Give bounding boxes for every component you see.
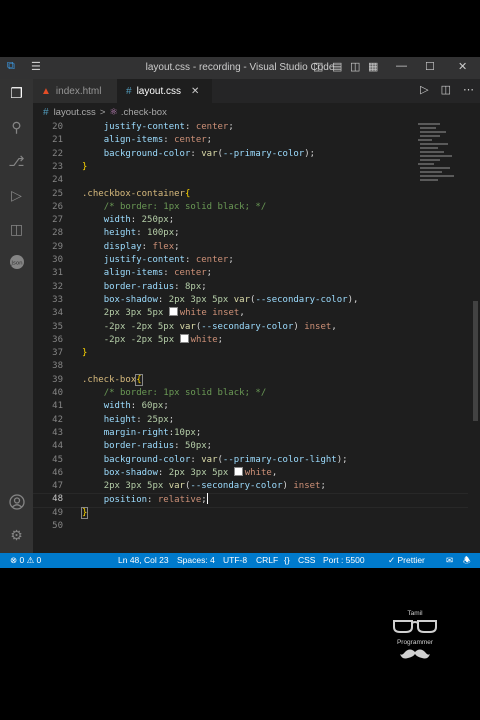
code-line: 28 height: 100px; bbox=[52, 228, 180, 239]
maximize-button[interactable]: ☐ bbox=[425, 60, 435, 73]
editor-scrollbar[interactable] bbox=[468, 121, 480, 551]
live-server-port[interactable]: Port : 5500 bbox=[323, 555, 365, 565]
code-line: 25 .checkbox-container{ bbox=[52, 188, 191, 199]
breadcrumb-separator: > bbox=[99, 106, 106, 118]
editor-actions: ▷ ◫ ⋯ bbox=[408, 83, 474, 96]
code-editor[interactable]: 20 justify-content: center; 21 align-ite… bbox=[33, 121, 468, 541]
svg-text:Json: Json bbox=[10, 260, 23, 266]
code-line: 27 width: 250px; bbox=[52, 215, 175, 226]
code-line: 41 width: 60px; bbox=[52, 401, 169, 412]
account-icon[interactable] bbox=[6, 491, 27, 512]
tab-layout-css[interactable]: # layout.css ✕ bbox=[117, 79, 212, 103]
code-line: 39 .check-box{ bbox=[52, 373, 143, 386]
code-line: 32 border-radius: 8px; bbox=[52, 281, 207, 292]
search-icon[interactable]: ⚲ bbox=[6, 117, 27, 138]
extensions-icon[interactable]: ◫ bbox=[6, 219, 27, 240]
code-line: 38 bbox=[52, 361, 63, 372]
tab-close-icon[interactable]: ✕ bbox=[191, 86, 199, 97]
scrollbar-thumb[interactable] bbox=[473, 301, 478, 421]
run-icon[interactable]: ▷ bbox=[420, 84, 428, 96]
text-cursor bbox=[206, 493, 208, 505]
bell-icon[interactable]: 🕭 bbox=[463, 555, 471, 568]
tamil-programmer-logo: Tamil Programmer bbox=[380, 610, 450, 675]
mustache-icon bbox=[400, 649, 430, 659]
code-line: 47 2px 3px 5px var(--secondary-color) in… bbox=[52, 481, 326, 492]
problems-indicator[interactable]: ⊗ 0 ⚠ 0 bbox=[10, 555, 41, 566]
language-mode[interactable]: CSS bbox=[298, 555, 315, 565]
tab-label: index.html bbox=[55, 85, 102, 97]
encoding[interactable]: UTF-8 bbox=[223, 555, 247, 565]
code-line: 24 bbox=[52, 175, 63, 186]
braces-icon[interactable]: {} bbox=[284, 555, 290, 565]
run-debug-icon[interactable]: ▷ bbox=[6, 185, 27, 206]
notifications-icon[interactable]: ✉ bbox=[446, 555, 453, 566]
code-line: 31 align-items: center; bbox=[52, 268, 213, 279]
code-line: 26 /* border: 1px solid black; */ bbox=[52, 201, 267, 212]
toggle-sidebar-icon[interactable]: ◫ bbox=[313, 60, 323, 73]
tab-label: layout.css bbox=[136, 85, 182, 97]
glasses-icon bbox=[393, 620, 437, 633]
code-line: 42 height: 25px; bbox=[52, 414, 175, 425]
more-actions-icon[interactable]: ⋯ bbox=[463, 84, 474, 96]
code-line: 23} bbox=[52, 161, 88, 172]
tab-index-html[interactable]: ▲ index.html bbox=[33, 79, 123, 103]
minimap[interactable] bbox=[418, 121, 466, 201]
source-control-icon[interactable]: ⎇ bbox=[6, 151, 27, 172]
code-line: 21 align-items: center; bbox=[52, 135, 213, 146]
code-line: 29 display: flex; bbox=[52, 241, 180, 252]
css-file-icon: # bbox=[43, 106, 49, 118]
minimize-button[interactable]: — bbox=[396, 60, 407, 72]
code-line: 50 bbox=[52, 521, 63, 531]
code-line-current: 48 position: relative; bbox=[52, 493, 208, 506]
code-line: 35 -2px -2px 5px var(--secondary-color) … bbox=[52, 321, 337, 332]
status-bar: ⊗ 0 ⚠ 0 Ln 48, Col 23 Spaces: 4 UTF-8 CR… bbox=[0, 553, 480, 568]
breadcrumb-file[interactable]: layout.css bbox=[54, 107, 96, 118]
html-file-icon: ▲ bbox=[41, 85, 51, 97]
logo-text-top: Tamil bbox=[407, 610, 423, 617]
editor-tabs: ▲ index.html # layout.css ✕ ▷ ◫ ⋯ bbox=[33, 79, 480, 103]
symbol-icon: ⚛ bbox=[109, 106, 118, 118]
prettier-status[interactable]: ✓ Prettier bbox=[388, 555, 425, 566]
window-title: layout.css - recording - Visual Studio C… bbox=[145, 62, 335, 73]
split-editor-icon[interactable]: ◫ bbox=[441, 84, 451, 96]
code-line: 22 background-color: var(--primary-color… bbox=[52, 148, 316, 159]
code-line: 37} bbox=[52, 348, 88, 359]
breadcrumb: # layout.css > ⚛ .check-box bbox=[33, 103, 480, 121]
code-line: 43 margin-right:10px; bbox=[52, 427, 202, 438]
explorer-icon[interactable]: ❐ bbox=[6, 83, 27, 104]
code-line: 30 justify-content: center; bbox=[52, 255, 234, 265]
json-extension-icon[interactable]: Json bbox=[6, 251, 27, 272]
toggle-secondary-sidebar-icon[interactable]: ◫ bbox=[350, 60, 360, 73]
code-line: 34 2px 3px 5px white inset, bbox=[52, 307, 245, 319]
code-line: 44 border-radius: 50px; bbox=[52, 441, 213, 452]
code-line: 49} bbox=[52, 506, 89, 519]
customize-layout-icon[interactable]: ▦ bbox=[368, 60, 378, 73]
breadcrumb-symbol[interactable]: .check-box bbox=[121, 107, 167, 118]
cursor-position[interactable]: Ln 48, Col 23 bbox=[118, 555, 169, 565]
code-line: 45 background-color: var(--primary-color… bbox=[52, 454, 348, 465]
settings-gear-icon[interactable]: ⚙ bbox=[6, 525, 27, 546]
activity-bar: ❐ ⚲ ⎇ ▷ ◫ Json ⚙ bbox=[0, 79, 33, 553]
logo-text-bottom: Programmer bbox=[396, 639, 434, 646]
toggle-panel-icon[interactable]: ▤ bbox=[332, 60, 342, 73]
css-file-icon: # bbox=[126, 85, 132, 97]
code-line: 40 /* border: 1px solid black; */ bbox=[52, 388, 267, 398]
code-line: 20 justify-content: center; bbox=[52, 122, 234, 132]
code-line: 46 box-shadow: 2px 3px 5px white, bbox=[52, 466, 278, 478]
vscode-window: ⧉ ☰ layout.css - recording - Visual Stud… bbox=[0, 57, 480, 568]
close-button[interactable]: ✕ bbox=[458, 60, 467, 73]
line-ending[interactable]: CRLF bbox=[256, 555, 278, 565]
indentation[interactable]: Spaces: 4 bbox=[177, 555, 215, 565]
code-line: 36 -2px -2px 5px white; bbox=[52, 333, 224, 345]
code-line: 33 box-shadow: 2px 3px 5px var(--seconda… bbox=[52, 294, 359, 305]
title-bar: ⧉ ☰ layout.css - recording - Visual Stud… bbox=[0, 57, 480, 79]
